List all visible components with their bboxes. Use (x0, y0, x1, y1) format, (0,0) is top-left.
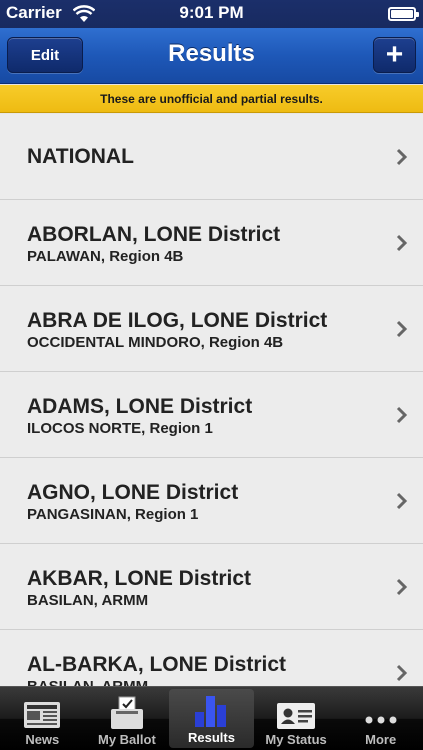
tab-label: My Status (265, 732, 327, 747)
list-item-subtitle: BASILAN, ARMM (27, 592, 149, 609)
list-item-title: AGNO, LONE District (27, 481, 239, 504)
list-item-subtitle: OCCIDENTAL MINDORO, Region 4B (27, 334, 284, 351)
list-item-subtitle: PANGASINAN, Region 1 (27, 506, 199, 523)
tab-results[interactable]: Results (169, 689, 254, 748)
list-item[interactable]: AKBAR, LONE District BASILAN, ARMM (0, 544, 423, 630)
list-item[interactable]: AGNO, LONE District PANGASINAN, Region 1 (0, 458, 423, 544)
chevron-right-icon (396, 320, 408, 338)
list-item[interactable]: ABRA DE ILOG, LONE District OCCIDENTAL M… (0, 286, 423, 372)
list-item-title: ABORLAN, LONE District (27, 223, 281, 246)
clock: 9:01 PM (179, 3, 244, 22)
tab-label: News (25, 732, 60, 747)
list-item-subtitle: PALAWAN, Region 4B (27, 248, 184, 265)
newspaper-icon (24, 702, 61, 728)
status-bar: Carrier 9:01 PM (0, 0, 423, 28)
list-item[interactable]: ABORLAN, LONE District PALAWAN, Region 4… (0, 200, 423, 286)
chevron-right-icon (396, 664, 408, 682)
tab-my-status[interactable]: My Status (254, 687, 339, 750)
chevron-right-icon (396, 492, 408, 510)
bar-chart-icon (195, 696, 227, 727)
list-item[interactable]: ADAMS, LONE District ILOCOS NORTE, Regio… (0, 372, 423, 458)
list-item-subtitle: BASILAN, ARMM (27, 678, 148, 686)
page-title: Results (168, 40, 255, 67)
tab-my-ballot[interactable]: My Ballot (85, 687, 170, 750)
battery-icon (388, 7, 419, 21)
list-item-title: AL-BARKA, LONE District (27, 653, 287, 676)
disclaimer-banner: These are unofficial and partial results… (0, 85, 423, 113)
tab-label: My Ballot (97, 732, 156, 747)
chevron-right-icon (396, 578, 408, 596)
tab-label: Results (188, 730, 235, 745)
list-item-title: NATIONAL (27, 145, 134, 168)
list-item-title: AKBAR, LONE District (27, 567, 252, 590)
chevron-right-icon (396, 148, 408, 166)
tab-bar: News My Ballot Results My Status More (0, 686, 423, 750)
list-item[interactable]: AL-BARKA, LONE District BASILAN, ARMM (0, 630, 423, 686)
tab-more[interactable]: More (338, 687, 423, 750)
tab-news[interactable]: News (0, 687, 85, 750)
navigation-bar: Edit Results + (0, 28, 423, 84)
chevron-right-icon (396, 406, 408, 424)
list-item-subtitle: ILOCOS NORTE, Region 1 (27, 420, 213, 437)
more-dots-icon (365, 716, 397, 724)
chevron-right-icon (396, 234, 408, 252)
list-item[interactable]: NATIONAL (0, 114, 423, 200)
tab-label: More (365, 732, 397, 747)
id-card-icon (277, 703, 316, 729)
list-item-title: ADAMS, LONE District (27, 395, 253, 418)
add-button[interactable]: + (373, 37, 416, 73)
list-item-title: ABRA DE ILOG, LONE District (27, 309, 328, 332)
results-list[interactable]: NATIONAL ABORLAN, LONE District PALAWAN,… (0, 114, 423, 686)
ballot-box-icon (110, 696, 143, 729)
